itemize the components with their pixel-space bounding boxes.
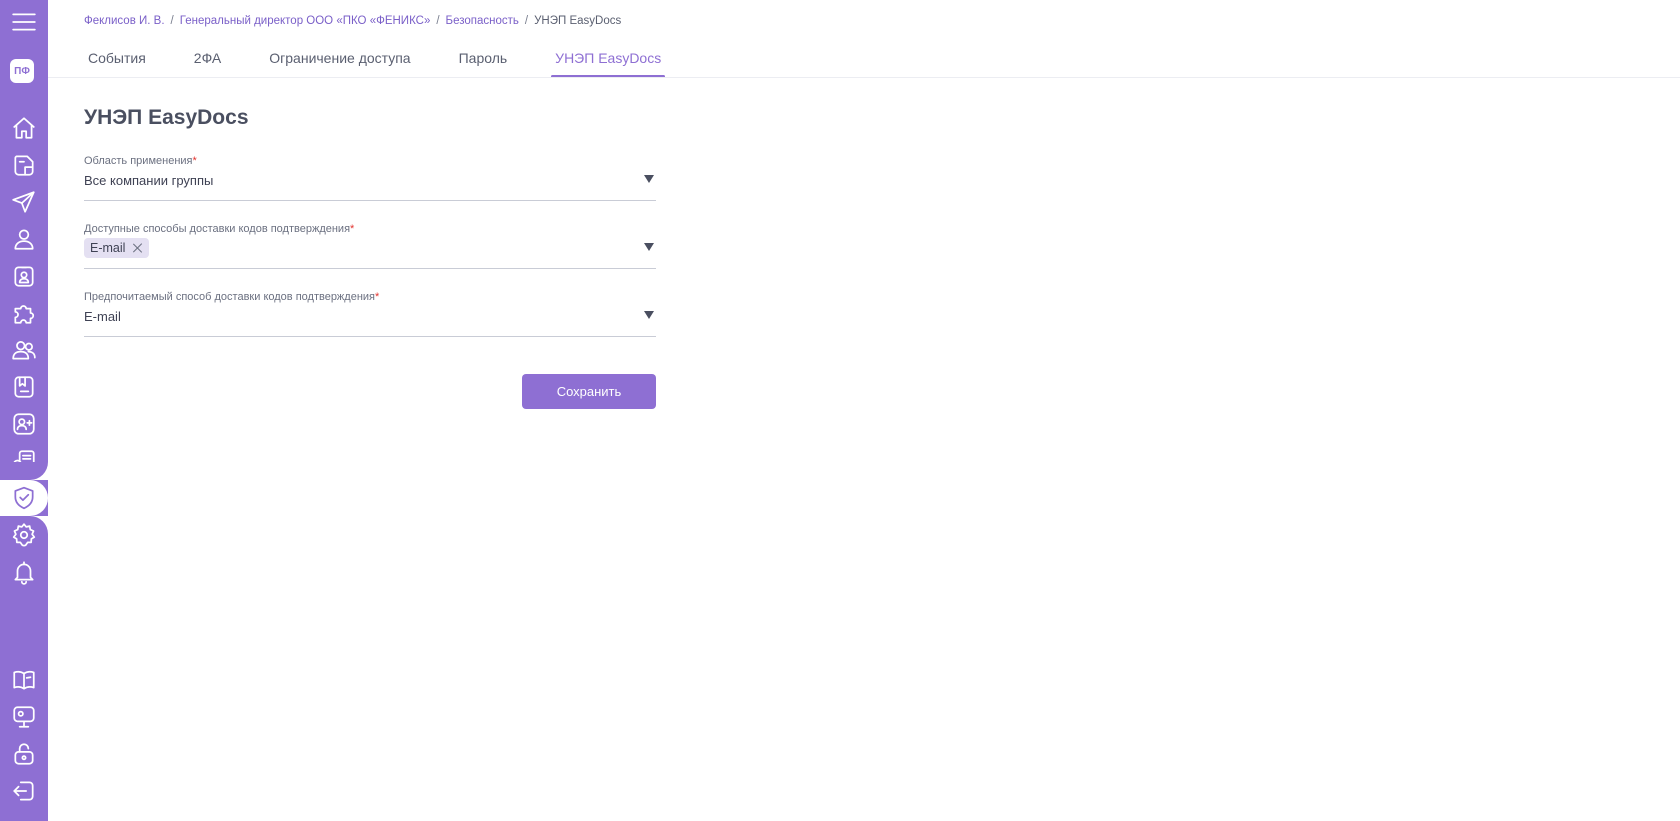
- menu-toggle[interactable]: [0, 4, 48, 40]
- preferred-method-label: Предпочитаемый способ доставки кодов под…: [84, 291, 380, 303]
- send-icon: [12, 191, 35, 213]
- logout-icon: [13, 781, 34, 801]
- caret-down-icon[interactable]: [644, 243, 654, 251]
- preferred-method-select[interactable]: Предпочитаемый способ доставки кодов под…: [84, 291, 656, 337]
- unlock-icon: [14, 743, 34, 765]
- sidebar-item-security[interactable]: [0, 480, 48, 516]
- tab-bar: События 2ФА Ограничение доступа Пароль У…: [84, 48, 705, 78]
- chip-email: E-mail: [84, 238, 150, 258]
- sidebar-item-guide[interactable]: [0, 662, 48, 698]
- breadcrumb-separator: /: [170, 15, 174, 27]
- sidebar-item-lock[interactable]: [0, 736, 48, 772]
- monitor-icon: [13, 706, 35, 728]
- available-methods-label: Доступные способы доставки кодов подтвер…: [84, 223, 355, 235]
- tab-unep-easydocs[interactable]: УНЭП EasyDocs: [551, 48, 666, 78]
- avatar[interactable]: ПФ: [10, 59, 34, 83]
- page-title: УНЭП EasyDocs: [84, 106, 249, 129]
- sidebar-item-profile[interactable]: [0, 221, 48, 257]
- breadcrumb-current: УНЭП EasyDocs: [534, 15, 622, 27]
- scope-label: Область применения*: [84, 155, 197, 167]
- chip-label: E-mail: [90, 241, 126, 255]
- tab-access-restriction[interactable]: Ограничение доступа: [265, 48, 414, 78]
- tab-events[interactable]: События: [84, 48, 150, 78]
- tab-2fa[interactable]: 2ФА: [190, 48, 225, 78]
- breadcrumb-security[interactable]: Безопасность: [446, 15, 519, 27]
- users-icon: [12, 341, 36, 360]
- sidebar-item-documents[interactable]: [0, 147, 48, 183]
- available-methods-select[interactable]: Доступные способы доставки кодов подтвер…: [84, 223, 656, 269]
- scope-value: Все компании группы: [84, 173, 214, 188]
- book-icon: [14, 376, 34, 398]
- breadcrumb-user[interactable]: Феклисов И. В.: [84, 15, 165, 27]
- add-user-icon: [13, 413, 35, 435]
- tabs-divider: [48, 77, 1680, 78]
- sidebar: ПФ: [0, 0, 48, 821]
- save-button[interactable]: Сохранить: [522, 374, 656, 409]
- sidebar-item-integrations[interactable]: [0, 295, 48, 331]
- breadcrumb: Феклисов И. В. / Генеральный директор ООО …: [84, 15, 621, 27]
- gear-icon: [12, 523, 36, 547]
- sidebar-item-webinars[interactable]: [0, 699, 48, 735]
- tab-password[interactable]: Пароль: [455, 48, 512, 78]
- sidebar-item-logout[interactable]: [0, 773, 48, 809]
- close-icon[interactable]: [133, 243, 143, 253]
- hamburger-icon: [12, 13, 36, 31]
- preferred-method-value: E-mail: [84, 309, 121, 324]
- sidebar-item-groups[interactable]: [0, 332, 48, 368]
- caret-down-icon[interactable]: [644, 175, 654, 183]
- sidebar-item-registry[interactable]: [0, 369, 48, 405]
- scope-select[interactable]: Область применения* Все компании группы: [84, 155, 656, 201]
- sidebar-item-notifications[interactable]: [0, 554, 48, 590]
- sidebar-item-home[interactable]: [0, 110, 48, 146]
- shield-check-icon: [14, 486, 34, 510]
- home-icon: [13, 117, 35, 139]
- user-icon: [14, 229, 34, 250]
- sidebar-item-employees[interactable]: [0, 258, 48, 294]
- sidebar-item-send[interactable]: [0, 184, 48, 220]
- breadcrumb-separator: /: [524, 15, 529, 27]
- breadcrumb-separator: /: [436, 15, 440, 27]
- puzzle-icon: [14, 305, 35, 324]
- open-book-icon: [13, 670, 35, 690]
- sidebar-item-contacts[interactable]: [0, 406, 48, 442]
- id-badge-icon: [14, 266, 34, 287]
- breadcrumb-position[interactable]: Генеральный директор ООО «ПКО «ФЕНИКС»: [180, 15, 431, 27]
- caret-down-icon[interactable]: [644, 311, 654, 319]
- document-icon: [14, 155, 34, 176]
- active-notch-top: [0, 462, 48, 480]
- bell-icon: [14, 561, 34, 585]
- sidebar-item-settings[interactable]: [0, 517, 48, 553]
